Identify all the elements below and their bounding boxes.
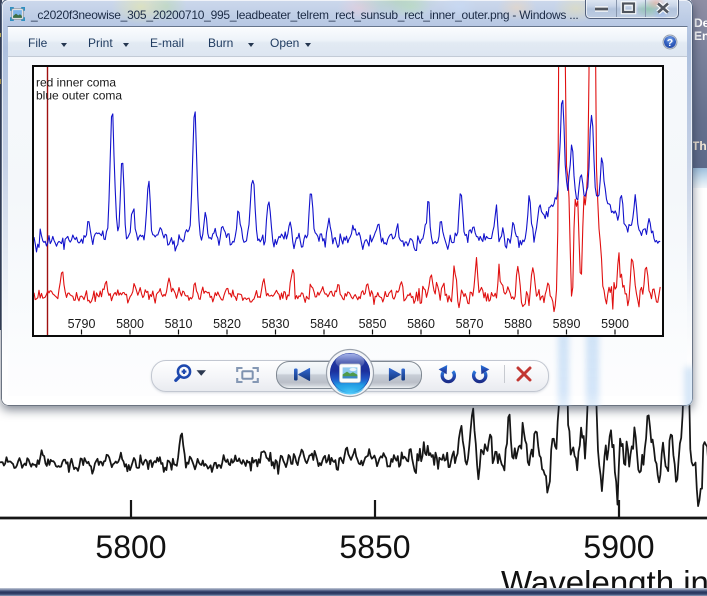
svg-text:5850: 5850: [339, 529, 410, 565]
svg-text:5800: 5800: [95, 529, 166, 565]
svg-text:5900: 5900: [583, 529, 654, 565]
